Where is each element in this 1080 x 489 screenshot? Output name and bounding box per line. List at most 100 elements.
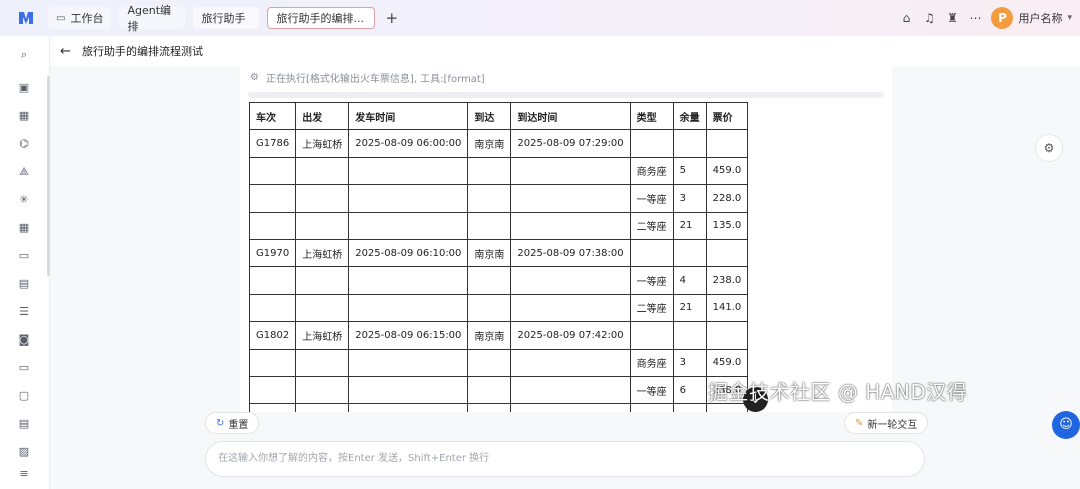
table-cell: 一等座 <box>629 375 674 405</box>
table-row: 商务座 5 459.0 <box>248 156 749 186</box>
help-button[interactable]: ☺ <box>1052 411 1080 439</box>
column-header: 到达时间 <box>510 101 631 131</box>
column-header: 发车时间 <box>348 101 469 131</box>
chevron-down-icon[interactable]: ▾ <box>1067 13 1072 23</box>
table-cell <box>510 293 631 323</box>
top-right-tools: ⌂ ♫ ♜ ⋯ P 用户名称 ▾ <box>899 0 1072 36</box>
network-icon[interactable]: ⟁ <box>17 165 31 179</box>
table-cell <box>248 375 297 405</box>
avatar[interactable]: P <box>991 7 1014 29</box>
folder-icon[interactable]: ▭ <box>17 249 31 263</box>
table-cell: 2025-08-09 06:00:00 <box>348 129 469 158</box>
add-tab-button[interactable]: + <box>385 9 398 27</box>
table-cell: 2025-08-09 06:10:00 <box>348 238 469 268</box>
table-cell: 3 <box>672 348 707 377</box>
more-icon[interactable]: ⋯ <box>968 11 982 25</box>
table-cell <box>348 403 469 412</box>
tab-workbench[interactable]: ▭ 工作台 <box>48 7 112 29</box>
table-row: 一等座 6 238.0 <box>248 375 749 405</box>
table-row <box>248 403 749 412</box>
image-icon[interactable]: ▨ <box>17 445 31 459</box>
input-placeholder: 在这输入你想了解的内容，按Enter 发送，Shift+Enter 换行 <box>218 453 490 464</box>
reset-button[interactable]: ↻ 重置 <box>205 412 260 434</box>
table-row: 商务座 3 459.0 <box>248 348 749 377</box>
table-cell <box>295 348 350 377</box>
refresh-icon: ↻ <box>216 417 225 429</box>
camera-icon[interactable]: ◙ <box>17 333 31 347</box>
page-header: ← 旅行助手的编排流程测试 <box>50 36 1080 66</box>
table-row: G1786 上海虹桥 2025-08-09 06:00:00 南京南 2025-08-0… <box>248 129 749 158</box>
table-cell <box>510 403 631 412</box>
grid-calendar-icon[interactable]: ▦ <box>17 221 31 235</box>
home-icon[interactable]: ⌂ <box>899 11 913 25</box>
tab-label: Agent编排 <box>127 4 172 33</box>
table-cell: 2025-08-09 07:42:00 <box>510 321 631 350</box>
chat-input[interactable]: 在这输入你想了解的内容，按Enter 发送，Shift+Enter 换行 <box>205 441 925 477</box>
hierarchy-icon[interactable]: ⌬ <box>17 137 31 151</box>
table-cell <box>248 184 297 213</box>
bell-icon[interactable]: ♫ <box>922 11 936 25</box>
calendar-icon[interactable]: ▦ <box>17 109 31 123</box>
table-cell <box>467 348 512 377</box>
table-cell: 21 <box>672 293 707 323</box>
chef-hat-icon[interactable]: ♜ <box>945 11 959 25</box>
table-cell <box>248 403 297 412</box>
document-icon[interactable]: ▤ <box>17 417 31 431</box>
sparkle-icon[interactable]: ✳ <box>17 193 31 207</box>
table-cell: G1802 <box>248 321 297 350</box>
table-cell <box>295 375 350 405</box>
table-row: 一等座 3 228.0 <box>248 184 749 213</box>
floating-tool-button[interactable]: ⚙ <box>1035 134 1063 162</box>
reset-label: 重置 <box>228 419 249 431</box>
divider <box>248 92 884 98</box>
table-cell: 135.0 <box>705 211 749 240</box>
table-cell <box>248 211 297 240</box>
screen-icon[interactable]: ▣ <box>17 81 31 95</box>
table-cell <box>467 293 512 323</box>
table-cell: 228.0 <box>705 184 749 213</box>
top-bar: ▭ 工作台 Agent编排 旅行助手 旅行助手的编排... + ⌂ ♫ ♜ ⋯ … <box>0 0 1080 36</box>
table-cell <box>510 211 631 240</box>
tab-label: 旅行助手 <box>201 12 246 25</box>
table-cell <box>295 156 350 186</box>
chat-icon[interactable]: ▢ <box>17 389 31 403</box>
card-icon[interactable]: ▭ <box>17 361 31 375</box>
table-cell: 上海虹桥 <box>295 321 350 350</box>
new-round-label: 新一轮交互 <box>867 419 918 431</box>
table-cell <box>629 238 674 268</box>
table-row: G1802 上海虹桥 2025-08-09 06:15:00 南京南 2025-08-0… <box>248 321 749 350</box>
table-cell <box>510 184 631 213</box>
column-header: 车次 <box>248 101 297 131</box>
table-cell <box>348 266 469 295</box>
table-cell <box>467 211 512 240</box>
app-logo[interactable] <box>18 10 34 26</box>
table-cell: 238.0 <box>705 266 749 295</box>
table-cell <box>705 321 749 350</box>
keyboard-icon[interactable]: ▤ <box>17 277 31 291</box>
table-row: 二等座 21 135.0 <box>248 211 749 240</box>
table-cell <box>672 321 707 350</box>
table-row: 一等座 4 238.0 <box>248 266 749 295</box>
tab-label: 工作台 <box>70 12 104 25</box>
tab-label: 旅行助手的编排... <box>276 12 364 25</box>
username[interactable]: 用户名称 <box>1018 10 1062 26</box>
menu-collapse-icon[interactable]: ≡ <box>17 467 31 481</box>
table-cell: 3 <box>672 184 707 213</box>
column-header: 余量 <box>672 101 707 131</box>
table-cell: 一等座 <box>629 184 674 213</box>
back-arrow-icon[interactable]: ← <box>60 44 78 59</box>
new-chat-icon: ✎ <box>855 417 864 429</box>
table-cell <box>295 184 350 213</box>
tab-travel-assistant[interactable]: 旅行助手 <box>193 7 260 29</box>
new-round-button[interactable]: ✎ 新一轮交互 <box>844 412 929 434</box>
table-cell <box>467 184 512 213</box>
tab-travel-orchestration[interactable]: 旅行助手的编排... <box>267 7 376 29</box>
tab-agent-orchestration[interactable]: Agent编排 <box>119 4 186 33</box>
column-header: 票价 <box>705 101 749 131</box>
table-cell: 6 <box>672 375 707 405</box>
search-icon[interactable]: ⌕ <box>17 48 31 62</box>
table-cell <box>295 211 350 240</box>
table-cell: 2025-08-09 06:15:00 <box>348 321 469 350</box>
list-icon[interactable]: ☰ <box>17 305 31 319</box>
train-ticket-table: 车次 出发 发车时间 到达 到达时间 类型 余量 票价 G1786 上海虹桥 202… <box>248 101 749 412</box>
